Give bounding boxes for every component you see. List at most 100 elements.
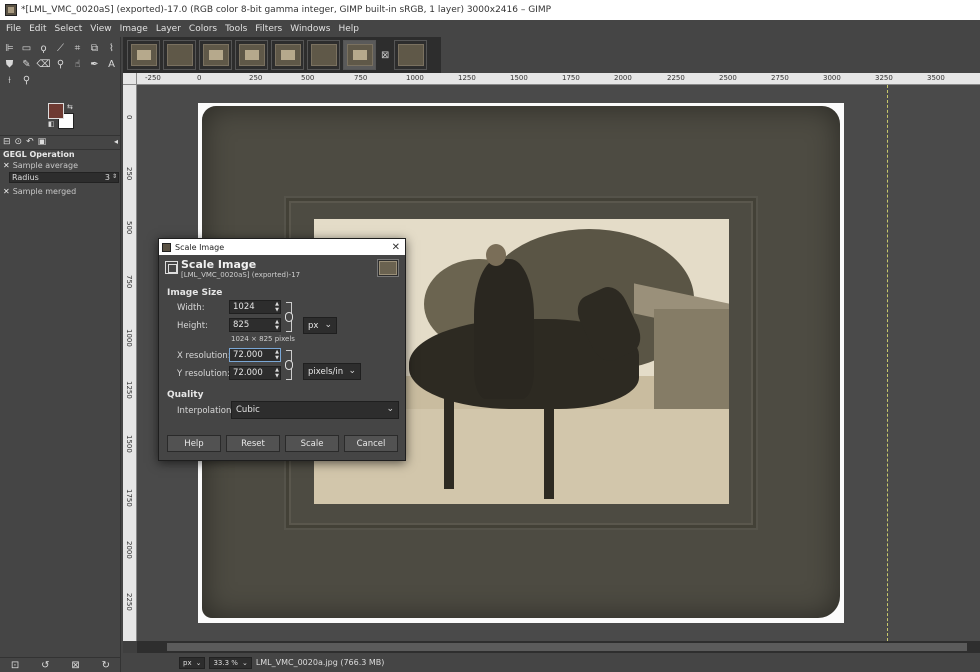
menu-windows[interactable]: Windows [286,24,334,34]
lasso-tool-icon[interactable]: ϙ [36,41,51,55]
ruler-label: 2000 [125,541,133,559]
close-tab-icon[interactable]: ⊠ [379,50,391,61]
images-tab-icon[interactable]: ▣ [38,137,47,147]
image-tab[interactable] [163,40,196,70]
menu-help[interactable]: Help [334,24,363,34]
paintbrush-tool-icon[interactable]: ✎ [19,57,34,71]
restore-options-icon[interactable]: ↺ [41,660,49,671]
vertical-ruler[interactable]: 0 250 500 750 1000 1250 1500 1750 2000 2… [123,85,137,641]
reset-button[interactable]: Reset [226,435,280,452]
foreground-color-swatch[interactable] [48,103,64,119]
paths-tool-icon[interactable]: ✒ [87,57,102,71]
delete-options-icon[interactable]: ⊠ [71,660,79,671]
menu-colors[interactable]: Colors [185,24,221,34]
image-tab[interactable] [199,40,232,70]
menu-image[interactable]: Image [116,24,152,34]
cancel-button[interactable]: Cancel [344,435,398,452]
zoom-selector[interactable]: 33.3 % ⌄ [209,656,252,669]
color-picker-tool-icon[interactable]: ⟊ [2,73,17,87]
dock-menu-icon[interactable]: ◂ [114,137,118,146]
size-unit-select[interactable]: px ⌄ [303,317,337,334]
image-tab[interactable] [271,40,304,70]
resolution-unit-select[interactable]: pixels/in ⌄ [303,363,361,380]
menu-select[interactable]: Select [51,24,87,34]
ruler-label: 1250 [458,74,476,82]
ruler-label: 250 [125,167,133,181]
reset-options-icon[interactable]: ↻ [102,660,110,671]
tool-options-tab-icon[interactable]: ⊟ [3,137,11,147]
crop-tool-icon[interactable]: ⌗ [70,41,85,55]
scale-button[interactable]: Scale [285,435,339,452]
ruler-label: 2250 [667,74,685,82]
x-resolution-input[interactable]: 72.000 ▲ ▼ [229,348,281,362]
resolution-chain-link-icon[interactable] [285,350,296,380]
reset-colors-icon[interactable]: ◧ [48,120,55,128]
close-icon[interactable]: ✕ [392,242,400,253]
spin-arrows-icon[interactable]: ▲ ▼ [275,367,279,379]
eraser-tool-icon[interactable]: ⌫ [36,57,51,71]
image-preview-thumbnail [377,259,399,277]
bucket-fill-tool-icon[interactable]: ⛊ [2,57,17,71]
spin-arrows-icon[interactable]: ▲ ▼ [275,319,279,331]
ruler-corner[interactable] [123,73,137,85]
fuzzy-select-tool-icon[interactable]: ⟋ [53,41,68,55]
sample-merged-checkbox[interactable]: ✕ [3,187,10,196]
align-tool-icon[interactable]: ⊫ [2,41,17,55]
sample-merged-option[interactable]: ✕ Sample merged [3,187,76,196]
dock-tabs: ⊟ ⊙ ↶ ▣ ◂ [0,135,121,147]
status-bar: px ⌄ 33.3 % ⌄ LML_VMC_0020a.jpg (766.3 M… [123,653,980,672]
horizontal-scrollbar[interactable] [137,641,980,653]
zoom-tool-icon[interactable]: ⚲ [19,73,34,87]
menu-filters[interactable]: Filters [251,24,286,34]
menu-edit[interactable]: Edit [25,24,50,34]
y-resolution-input[interactable]: 72.000 ▲ ▼ [229,366,281,380]
ruler-label: 2250 [125,593,133,611]
undo-history-tab-icon[interactable]: ↶ [26,137,34,147]
menu-view[interactable]: View [86,24,115,34]
scale-image-dialog: Scale Image ✕ Scale Image [LML_VMC_0020a… [158,238,406,461]
save-options-icon[interactable]: ⊡ [11,660,19,671]
resolution-unit-value: pixels/in [308,366,344,377]
warp-tool-icon[interactable]: ⌇ [104,41,119,55]
smudge-tool-icon[interactable]: ☝ [70,57,85,71]
height-input[interactable]: 825 ▲ ▼ [229,318,281,332]
x-resolution-label: X resolution: [177,351,231,361]
image-tab[interactable] [235,40,268,70]
size-chain-link-icon[interactable] [285,302,296,332]
ruler-label: 3000 [823,74,841,82]
menu-tools[interactable]: Tools [221,24,251,34]
window-titlebar: *[LML_VMC_0020aS] (exported)-17.0 (RGB c… [0,0,980,20]
interpolation-select[interactable]: Cubic ⌄ [231,401,399,419]
image-tab-active[interactable] [343,40,376,70]
radius-spinner[interactable]: Radius 3 ⇕ [9,172,119,183]
ruler-label: 2750 [771,74,789,82]
image-tab[interactable] [127,40,160,70]
radius-spin-arrows-icon[interactable]: ⇕ [112,173,117,180]
help-button[interactable]: Help [167,435,221,452]
menu-layer[interactable]: Layer [152,24,185,34]
sample-average-checkbox[interactable]: ✕ [3,161,10,170]
scrollbar-thumb[interactable] [167,643,967,651]
image-size-heading: Image Size [167,288,223,298]
image-tab[interactable] [394,40,428,70]
menu-file[interactable]: File [2,24,25,34]
unit-selector[interactable]: px ⌄ [179,656,206,669]
clone-tool-icon[interactable]: ⚲ [53,57,68,71]
guide-line[interactable] [887,85,888,641]
swap-colors-icon[interactable]: ⇆ [67,103,73,111]
image-tab[interactable] [307,40,340,70]
spin-arrows-icon[interactable]: ▲ ▼ [275,349,279,361]
text-tool-icon[interactable]: A [104,57,119,71]
ruler-label: 1750 [562,74,580,82]
horizontal-ruler[interactable]: -250 0 250 500 750 1000 1250 1500 1750 2… [137,73,980,85]
dialog-header-title: Scale Image [181,258,257,271]
ruler-label: 2000 [614,74,632,82]
spin-arrows-icon[interactable]: ▲ ▼ [275,301,279,313]
sample-average-option[interactable]: ✕ Sample average [3,161,78,170]
unified-transform-tool-icon[interactable]: ⧉ [87,41,102,55]
rect-select-tool-icon[interactable]: ▭ [19,41,34,55]
device-status-tab-icon[interactable]: ⊙ [15,137,23,147]
dialog-titlebar[interactable]: Scale Image ✕ [159,239,405,255]
ruler-label: 1000 [125,329,133,347]
width-input[interactable]: 1024 ▲ ▼ [229,300,281,314]
